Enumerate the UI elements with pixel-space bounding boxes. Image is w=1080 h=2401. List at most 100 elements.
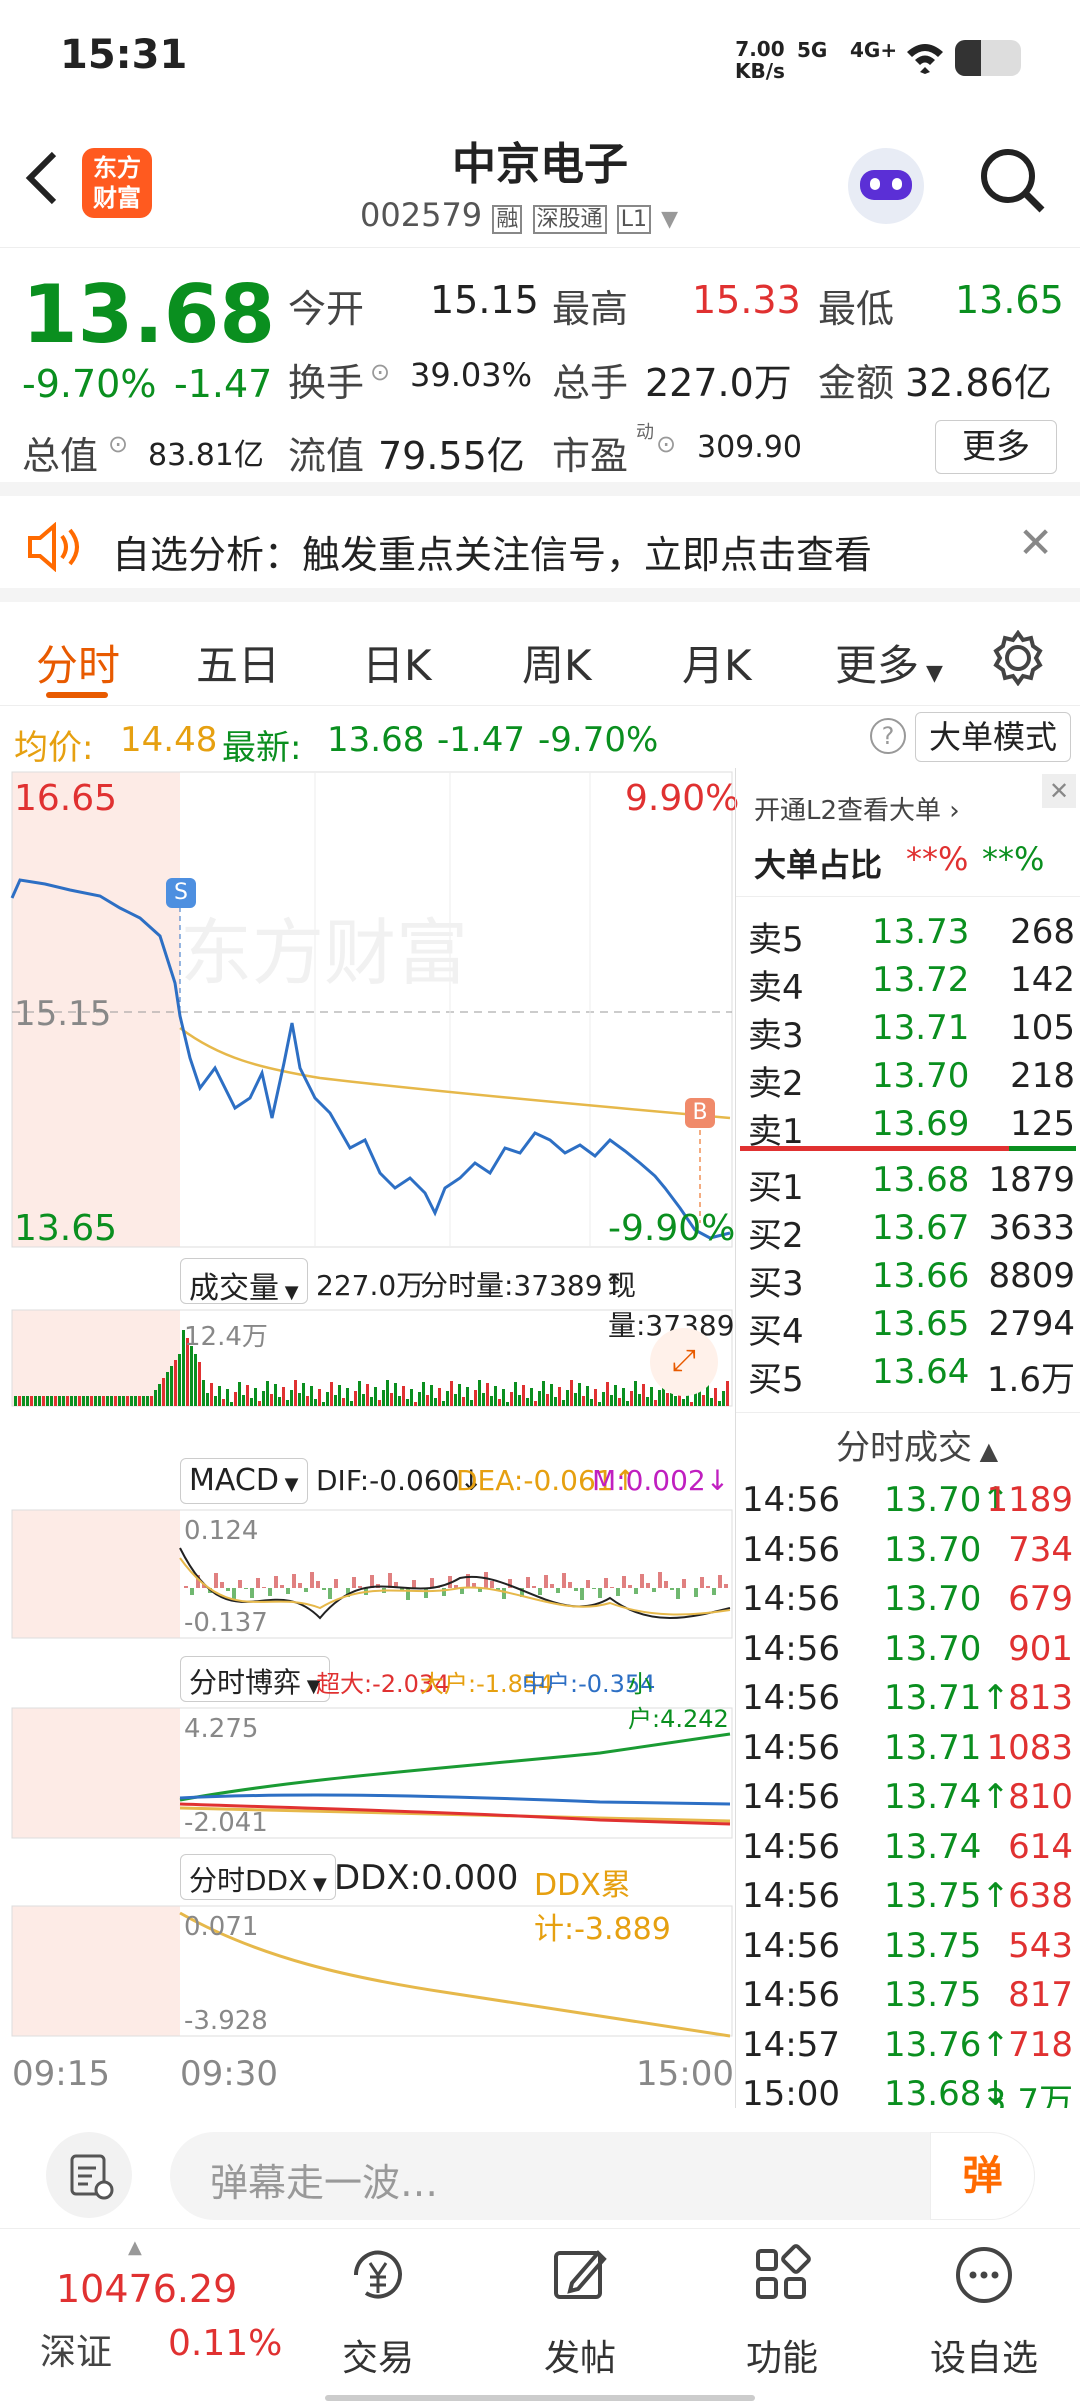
tick-time: 14:56 — [742, 1480, 840, 1520]
tick-row: 14:56 13.70↑ 1189 — [736, 1480, 1080, 1528]
danmu-settings-icon[interactable] — [46, 2132, 132, 2218]
volume-bar — [78, 1396, 81, 1406]
volume-bar — [342, 1398, 345, 1406]
volume-selector[interactable]: 成交量 ▼ — [180, 1258, 308, 1306]
macd-selector[interactable]: MACD ▼ — [180, 1458, 308, 1504]
quote-panel: 13.68 -9.70% -1.47 今开 15.15 最高 15.33 最低 … — [0, 250, 1080, 496]
volume-bar — [610, 1395, 613, 1406]
tab-daily-k[interactable]: 日K — [362, 632, 432, 693]
premarket-band — [12, 1510, 180, 1638]
level-volume: 1.6万 — [986, 1360, 1075, 1400]
eastmoney-logo[interactable]: 东方 财富 — [82, 148, 152, 218]
ticks-title[interactable]: 分时成交 ▲ — [836, 1420, 998, 1469]
volume-bar — [558, 1387, 561, 1406]
tag-level: L1 — [616, 205, 651, 234]
volume-bar — [394, 1383, 397, 1406]
premarket-band — [12, 1708, 180, 1838]
index-value[interactable]: 10476.29 — [56, 2267, 237, 2311]
volume-bar — [474, 1390, 477, 1406]
volume-bar — [666, 1393, 669, 1406]
tick-price: 13.71 — [884, 1727, 982, 1768]
tab-more[interactable]: 更多 ▼ — [835, 632, 943, 693]
macd-high-label: 0.124 — [184, 1516, 259, 1546]
intraday-summary: 均价: 14.48 最新: 13.68 -1.47 -9.70% ? 大单模式 — [0, 706, 1080, 768]
tab-intraday[interactable]: 分时 — [36, 632, 120, 693]
more-button[interactable]: 更多 — [935, 420, 1057, 474]
robot-assistant-icon[interactable] — [848, 148, 924, 224]
volume-bar — [354, 1391, 357, 1406]
level-price: 13.69 — [872, 1104, 970, 1144]
volume-bar — [362, 1394, 365, 1406]
volume-bar — [290, 1390, 293, 1406]
buy-signal-marker[interactable]: B — [685, 1098, 715, 1128]
level-price: 13.65 — [872, 1304, 970, 1344]
avg-value: 14.48 — [120, 720, 218, 760]
open-value: 15.15 — [430, 278, 539, 322]
volume-bar — [254, 1388, 257, 1406]
sell-signal-marker[interactable]: S — [166, 878, 196, 908]
search-icon[interactable] — [978, 146, 1048, 216]
signal-5g-icon: 5G — [797, 38, 828, 62]
intraday-chart[interactable]: 东方财富 16.65 9.90% 15.15 13.65 -9.90% S B … — [0, 768, 739, 2108]
macd-bar — [634, 1588, 638, 1594]
macd-bar — [256, 1578, 260, 1588]
nav-post[interactable]: 发帖 — [500, 2229, 660, 2389]
nav-add-watchlist[interactable]: 设自选 — [904, 2229, 1064, 2389]
macd-bar — [628, 1585, 632, 1588]
macd-bar — [286, 1588, 290, 1594]
macd-bar — [598, 1588, 602, 1598]
close-icon[interactable]: ✕ — [1018, 518, 1053, 567]
volume-bar — [282, 1387, 285, 1406]
volume-bar — [214, 1396, 217, 1406]
volume-bar — [642, 1384, 645, 1406]
help-icon[interactable]: ? — [870, 718, 906, 754]
volume-bar — [194, 1354, 197, 1406]
tab-monthly-k[interactable]: 月K — [682, 632, 752, 693]
big-order-mode-button[interactable]: 大单模式 — [915, 712, 1071, 762]
danmu-send-button[interactable]: 弹 — [930, 2132, 1035, 2220]
nav-trade[interactable]: 交易 — [298, 2229, 458, 2389]
volume-bar — [326, 1392, 329, 1406]
dropdown-icon[interactable]: ▼ — [661, 207, 678, 232]
nav-functions[interactable]: 功能 — [702, 2229, 862, 2389]
volume-bar — [586, 1386, 589, 1406]
volume-bar — [582, 1396, 585, 1406]
volume-bar — [562, 1400, 565, 1406]
last-price: 13.68 — [22, 268, 276, 361]
level-volume: 3633 — [988, 1208, 1075, 1248]
macd-bar — [526, 1577, 530, 1588]
info-icon[interactable]: ⊙ — [370, 358, 390, 386]
danmu-input[interactable]: 弹幕走一波… 弹 — [170, 2132, 1035, 2220]
tick-volume: 810 — [1008, 1777, 1073, 1817]
index-name[interactable]: 深证 — [40, 2323, 112, 2375]
ddx-selector[interactable]: 分时DDX ▼ — [180, 1854, 336, 1900]
nav-label: 交易 — [341, 2338, 414, 2379]
macd-bar — [622, 1576, 626, 1588]
volume-bar — [438, 1388, 441, 1406]
level-volume: 105 — [1010, 1008, 1075, 1048]
level-label: 买4 — [748, 1312, 804, 1352]
close-icon[interactable]: ✕ — [1042, 774, 1076, 808]
volume-bar — [106, 1396, 109, 1406]
index-pct[interactable]: 0.11% — [168, 2323, 282, 2364]
volume-bar — [374, 1387, 377, 1406]
l2-upgrade-link[interactable]: 开通L2查看大单 › — [754, 790, 960, 827]
info-icon[interactable]: ⊙ — [656, 430, 676, 458]
volume-bar — [410, 1389, 413, 1406]
bo-selector[interactable]: 分时博弈 ▼ — [180, 1656, 330, 1702]
macd-bar — [544, 1575, 548, 1588]
volume-bar — [518, 1395, 521, 1406]
notice-bar[interactable]: 自选分析：触发重点关注信号，立即点击查看 ✕ — [0, 496, 1080, 602]
expand-icon[interactable]: ⤢ — [650, 1328, 718, 1396]
volume-bar — [230, 1402, 233, 1406]
macd-bar — [262, 1587, 266, 1588]
settings-gear-icon[interactable] — [990, 630, 1046, 686]
macd-bar — [550, 1584, 554, 1588]
volume-bar — [86, 1396, 89, 1406]
back-arrow-icon[interactable] — [22, 148, 62, 208]
bo-high-label: 4.275 — [184, 1714, 259, 1744]
tab-five-day[interactable]: 五日 — [196, 632, 280, 693]
tab-weekly-k[interactable]: 周K — [522, 632, 592, 693]
volume-bar — [534, 1401, 537, 1406]
info-icon[interactable]: ⊙ — [108, 430, 128, 458]
